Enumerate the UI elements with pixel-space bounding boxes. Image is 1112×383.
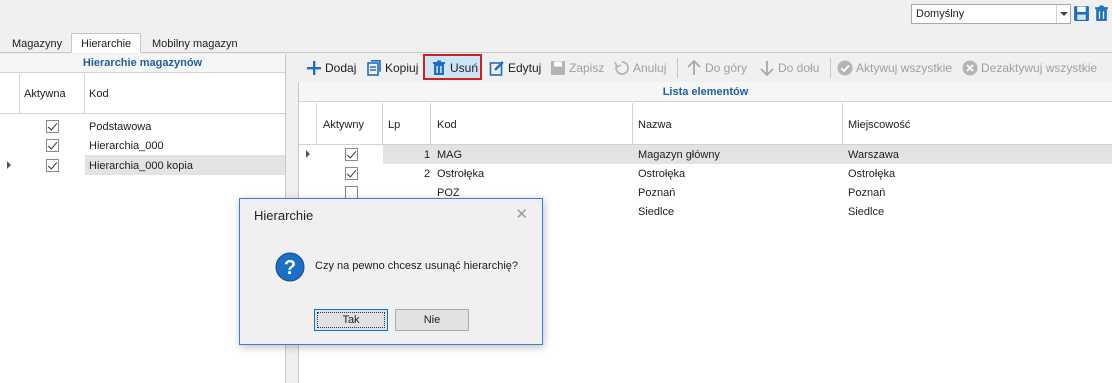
delete-icon[interactable] <box>1093 5 1110 22</box>
column-header-kod[interactable]: Kod <box>437 119 457 131</box>
row-indicator-icon <box>7 161 11 169</box>
hierarchy-panel-title: Hierarchie magazynów <box>0 54 285 73</box>
active-checkbox[interactable] <box>345 167 358 180</box>
move-up-button-label: Do góry <box>705 61 748 75</box>
code-cell: MAG <box>437 149 463 161</box>
top-bar: Domyślny <box>0 0 1112 31</box>
no-button[interactable]: Nie <box>395 309 469 331</box>
deactivate-all-button-label: Dezaktywuj wszystkie <box>981 61 1098 75</box>
trash-icon <box>433 60 445 75</box>
activate-all-button[interactable]: Aktywuj wszystkie <box>833 57 955 79</box>
city-cell: Warszawa <box>848 149 899 161</box>
svg-text:?: ? <box>284 257 296 279</box>
hierarchy-code: Podstawowa <box>89 121 152 133</box>
column-header-miejscowosc[interactable]: Miejscowość <box>848 119 910 131</box>
city-cell: Ostrołęka <box>848 168 896 180</box>
close-icon[interactable]: ✕ <box>515 205 528 223</box>
move-down-button[interactable]: Do dołu <box>755 57 825 79</box>
deactivate-all-button[interactable]: Dezaktywuj wszystkie <box>958 57 1098 79</box>
elements-panel-title: Lista elementów <box>299 82 1112 102</box>
arrow-down-icon <box>760 61 774 76</box>
active-checkbox[interactable] <box>46 159 59 172</box>
active-checkbox[interactable] <box>46 120 59 133</box>
table-row[interactable]: Podstawowa <box>0 116 285 136</box>
tab-hierarchie[interactable]: Hierarchie <box>71 33 142 53</box>
code-cell: Ostrołęka <box>437 168 485 180</box>
table-row-selected[interactable]: 1 MAG Magazyn główny Warszawa <box>299 145 1112 164</box>
profile-combo-value: Domyślny <box>916 8 965 20</box>
activate-all-button-label: Aktywuj wszystkie <box>856 61 953 75</box>
save-button[interactable]: Zapisz <box>546 57 608 79</box>
check-circle-icon <box>837 60 853 76</box>
hierarchy-code: Hierarchia_000 <box>89 140 164 152</box>
name-cell: Magazyn główny <box>638 149 720 161</box>
row-indicator-icon <box>306 150 310 158</box>
yes-button[interactable]: Tak <box>314 309 388 331</box>
elements-grid-header: Aktywny Lp Kod Nazwa Miejscowość <box>299 103 1112 145</box>
add-button[interactable]: Dodaj <box>302 57 360 79</box>
city-cell: Poznań <box>848 187 886 199</box>
lp-cell: 1 <box>424 149 431 161</box>
column-header-aktywna[interactable]: Aktywna <box>24 88 66 100</box>
table-row-selected[interactable]: Hierarchia_000 kopia <box>0 155 285 175</box>
arrow-up-icon <box>687 60 701 75</box>
tab-mobilny-magazyn[interactable]: Mobilny magazyn <box>142 33 248 53</box>
add-button-label: Dodaj <box>325 61 357 75</box>
active-checkbox[interactable] <box>46 139 59 152</box>
table-row[interactable]: Hierarchia_000 <box>0 135 285 155</box>
delete-button[interactable]: Usuń <box>423 54 482 80</box>
save-icon[interactable] <box>1073 5 1090 22</box>
tab-bar: Magazyny Hierarchie Mobilny magazyn <box>0 31 1112 53</box>
edit-button-label: Edytuj <box>508 61 542 75</box>
active-checkbox[interactable] <box>345 148 358 161</box>
hierarchy-code: Hierarchia_000 kopia <box>89 160 193 172</box>
undo-icon <box>614 61 630 75</box>
column-header-kod[interactable]: Kod <box>89 88 109 100</box>
save-button-label: Zapisz <box>569 61 605 75</box>
edit-icon <box>489 61 504 76</box>
name-cell: Siedlce <box>638 206 675 218</box>
lp-cell: 2 <box>424 168 431 180</box>
copy-button-label: Kopiuj <box>385 61 419 75</box>
tab-magazyny[interactable]: Magazyny <box>2 33 72 53</box>
copy-icon <box>367 60 381 76</box>
dialog-title: Hierarchie <box>254 208 314 223</box>
edit-button[interactable]: Edytuj <box>485 57 543 79</box>
dialog-message: Czy na pewno chcesz usunąć hierarchię? <box>315 260 519 272</box>
name-cell: Poznań <box>638 187 676 199</box>
column-header-lp[interactable]: Lp <box>388 119 400 131</box>
hierarchy-grid-header: Aktywna Kod <box>0 74 285 114</box>
column-header-nazwa[interactable]: Nazwa <box>638 119 672 131</box>
cancel-button[interactable]: Anuluj <box>610 57 672 79</box>
delete-button-label: Usuń <box>450 61 479 75</box>
column-header-aktywny[interactable]: Aktywny <box>323 119 364 131</box>
profile-combo[interactable]: Domyślny <box>911 4 1071 24</box>
elements-toolbar: Dodaj Kopiuj Usuń Edytuj Zapisz Anuluj D… <box>298 54 1112 81</box>
save-disk-icon <box>551 61 565 75</box>
plus-icon <box>307 61 321 75</box>
question-icon: ? <box>275 252 305 282</box>
table-row[interactable]: 2 Ostrołęka Ostrołęka Ostrołęka <box>299 164 1112 183</box>
move-up-button[interactable]: Do góry <box>682 57 752 79</box>
confirm-dialog: Hierarchie ✕ ? Czy na pewno chcesz usuną… <box>239 198 543 345</box>
x-circle-icon <box>962 60 978 76</box>
city-cell: Siedlce <box>848 206 885 218</box>
chevron-down-icon[interactable] <box>1056 5 1070 23</box>
move-down-button-label: Do dołu <box>778 61 820 75</box>
copy-button[interactable]: Kopiuj <box>362 57 420 79</box>
name-cell: Ostrołęka <box>638 168 686 180</box>
cancel-button-label: Anuluj <box>633 61 667 75</box>
